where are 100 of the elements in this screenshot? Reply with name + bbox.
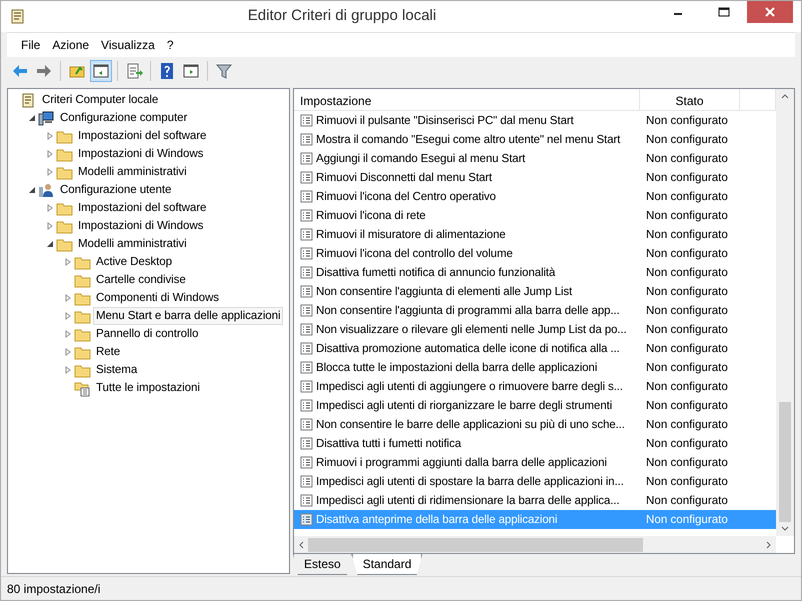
table-row[interactable]: Rimuovi il misuratore di alimentazione Non configurato	[294, 225, 776, 244]
settings-list-icon	[74, 380, 91, 396]
policy-setting-icon	[300, 342, 313, 355]
collapsed-triangle-icon[interactable]	[46, 132, 54, 140]
setting-state: Non configurato	[645, 436, 728, 452]
scroll-thumb[interactable]	[308, 538, 643, 552]
setting-name: Disattiva fumetti notifica di annuncio funzionalità	[316, 264, 556, 281]
view-tab[interactable]: Esteso	[293, 554, 352, 575]
table-row[interactable]: Impedisci agli utenti di aggiungere o rimuovere barre degli s... Non configurato	[294, 377, 776, 396]
expanded-triangle-icon[interactable]	[28, 114, 36, 122]
setting-name: Impedisci agli utenti di spostare la barra delle applicazioni in...	[316, 474, 624, 490]
policy-setting-icon	[300, 456, 313, 469]
setting-state: Non configurato	[645, 454, 728, 471]
tree-item[interactable]: Modelli amministrativi	[75, 235, 190, 253]
tree-item[interactable]: Rete	[93, 343, 124, 361]
menu-item[interactable]: File	[15, 35, 46, 55]
export-list-icon	[125, 62, 143, 80]
vertical-scrollbar[interactable]	[776, 89, 794, 536]
tree-item[interactable]: Impostazioni di Windows	[75, 217, 206, 235]
tree-item[interactable]: Tutte le impostazioni	[93, 379, 203, 397]
table-row[interactable]: Rimuovi Disconnetti dal menu Start Non configurato	[294, 168, 776, 187]
table-row[interactable]: Impedisci agli utenti di spostare la barra delle applicazioni in... Non configurato	[294, 472, 776, 491]
table-row[interactable]: Disattiva promozione automatica delle icone di notifica alla ... Non configurato	[294, 339, 776, 358]
collapsed-triangle-icon[interactable]	[46, 168, 54, 176]
tree-item[interactable]: Componenti di Windows	[93, 289, 222, 307]
tree-item[interactable]: Pannello di controllo	[93, 325, 202, 343]
setting-name: Non consentire l'aggiunta di elementi alle Jump List	[316, 284, 572, 300]
setting-state: Non configurato	[645, 322, 728, 338]
tree-item[interactable]: Configurazione utente	[57, 181, 174, 199]
tree-item[interactable]: Impostazioni del software	[75, 199, 210, 217]
setting-state: Non configurato	[645, 150, 728, 167]
table-row[interactable]: Non consentire le barre delle applicazioni su più di uno sche... Non configurato	[294, 415, 776, 434]
setting-name: Rimuovi Disconnetti dal menu Start	[316, 170, 492, 186]
collapsed-triangle-icon[interactable]	[46, 150, 54, 158]
tree-item[interactable]: Active Desktop	[93, 253, 175, 271]
table-row[interactable]: Rimuovi l'icona del Centro operativo Non configurato	[294, 187, 776, 206]
setting-name: Impedisci agli utenti di riorganizzare le barre degli strumenti	[316, 398, 612, 414]
setting-state: Non configurato	[645, 416, 728, 433]
user-icon	[38, 182, 55, 198]
table-row[interactable]: Rimuovi l'icona del controllo del volume Non configurato	[294, 244, 776, 263]
tree-item[interactable]: Impostazioni del software	[75, 127, 210, 145]
setting-state: Non configurato	[645, 170, 728, 186]
table-row[interactable]: Non visualizzare o rilevare gli elementi nelle Jump List da po... Non configurato	[294, 320, 776, 339]
setting-state: Non configurato	[645, 512, 728, 528]
policy-setting-icon	[300, 228, 313, 241]
tree-item[interactable]: Sistema	[93, 361, 140, 379]
table-row[interactable]: Impedisci agli utenti di riorganizzare le barre degli strumenti Non configurato	[294, 396, 776, 415]
policy-setting-icon	[300, 304, 313, 317]
expanded-triangle-icon[interactable]	[46, 240, 54, 248]
setting-state: Non configurato	[645, 132, 728, 148]
column-header[interactable]: Impostazione	[294, 89, 640, 110]
setting-state: Non configurato	[645, 188, 728, 205]
collapsed-triangle-icon[interactable]	[64, 258, 72, 266]
horizontal-scrollbar[interactable]	[294, 536, 776, 553]
expanded-triangle-icon[interactable]	[28, 186, 36, 194]
close-button[interactable]	[747, 1, 793, 23]
setting-state: Non configurato	[645, 474, 728, 490]
policy-setting-icon	[300, 380, 313, 393]
collapsed-triangle-icon[interactable]	[64, 312, 72, 320]
menu-item[interactable]: Visualizza	[95, 35, 161, 55]
policy-setting-icon	[300, 246, 313, 260]
table-row[interactable]: Rimuovi il pulsante "Disinserisci PC" dal menu Start Non configurato	[294, 111, 776, 130]
tree-item[interactable]: Impostazioni di Windows	[75, 145, 206, 163]
setting-name: Rimuovi i programmi aggiunti dalla barra delle applicazioni	[316, 454, 607, 471]
table-row[interactable]: Aggiungi il comando Esegui al menu Start Non configurato	[294, 149, 776, 168]
table-row[interactable]: Impedisci agli utenti di ridimensionare la barra delle applica... Non configurato	[294, 491, 776, 510]
table-row[interactable]: Non consentire l'aggiunta di programmi alla barra delle app... Non configurato	[294, 301, 776, 320]
tree-pane-button[interactable]	[90, 60, 112, 82]
collapsed-triangle-icon[interactable]	[46, 204, 54, 212]
setting-name: Rimuovi l'icona del Centro operativo	[316, 188, 496, 205]
tree-item[interactable]: Configurazione computer	[57, 109, 190, 127]
tree-item[interactable]: Cartelle condivise	[93, 271, 189, 289]
tree-item[interactable]: Modelli amministrativi	[75, 163, 190, 181]
table-row[interactable]: Blocca tutte le impostazioni della barra delle applicazioni Non configurato	[294, 358, 776, 377]
collapsed-triangle-icon[interactable]	[64, 366, 72, 374]
tree-item[interactable]: Menu Start e barra delle applicazioni	[93, 307, 284, 325]
table-row[interactable]: Non consentire l'aggiunta di elementi alle Jump List Non configurato	[294, 282, 776, 301]
menu-item[interactable]: ?	[160, 35, 180, 55]
table-row[interactable]: Disattiva fumetti notifica di annuncio funzionalità Non configurato	[294, 263, 776, 282]
policy-setting-icon	[300, 512, 313, 526]
setting-name: Disattiva promozione automatica delle icone di notifica alla ...	[316, 340, 620, 357]
table-row[interactable]: Rimuovi l'icona di rete Non configurato	[294, 206, 776, 225]
collapsed-triangle-icon[interactable]	[64, 330, 72, 338]
menu-item[interactable]: Azione	[46, 35, 96, 55]
table-row[interactable]: Disattiva tutti i fumetti notifica Non configurato	[294, 434, 776, 453]
maximize-icon[interactable]	[718, 7, 730, 17]
table-row[interactable]: Mostra il comando "Esegui come altro utente" nel menu Start Non configurato	[294, 130, 776, 149]
setting-state: Non configurato	[645, 302, 728, 319]
policy-setting-icon	[300, 322, 313, 336]
policy-setting-icon	[300, 266, 313, 279]
collapsed-triangle-icon[interactable]	[64, 294, 72, 302]
column-header[interactable]: Stato	[640, 89, 740, 110]
table-row[interactable]: Rimuovi i programmi aggiunti dalla barra delle applicazioni Non configurato	[294, 453, 776, 472]
scroll-thumb[interactable]	[779, 402, 791, 522]
setting-state: Non configurato	[645, 264, 728, 281]
collapsed-triangle-icon[interactable]	[46, 222, 54, 230]
tree-item[interactable]: Criteri Computer locale	[39, 91, 162, 109]
view-tab[interactable]: Standard	[352, 554, 422, 575]
collapsed-triangle-icon[interactable]	[64, 348, 72, 356]
policy-setting-icon	[300, 208, 313, 222]
